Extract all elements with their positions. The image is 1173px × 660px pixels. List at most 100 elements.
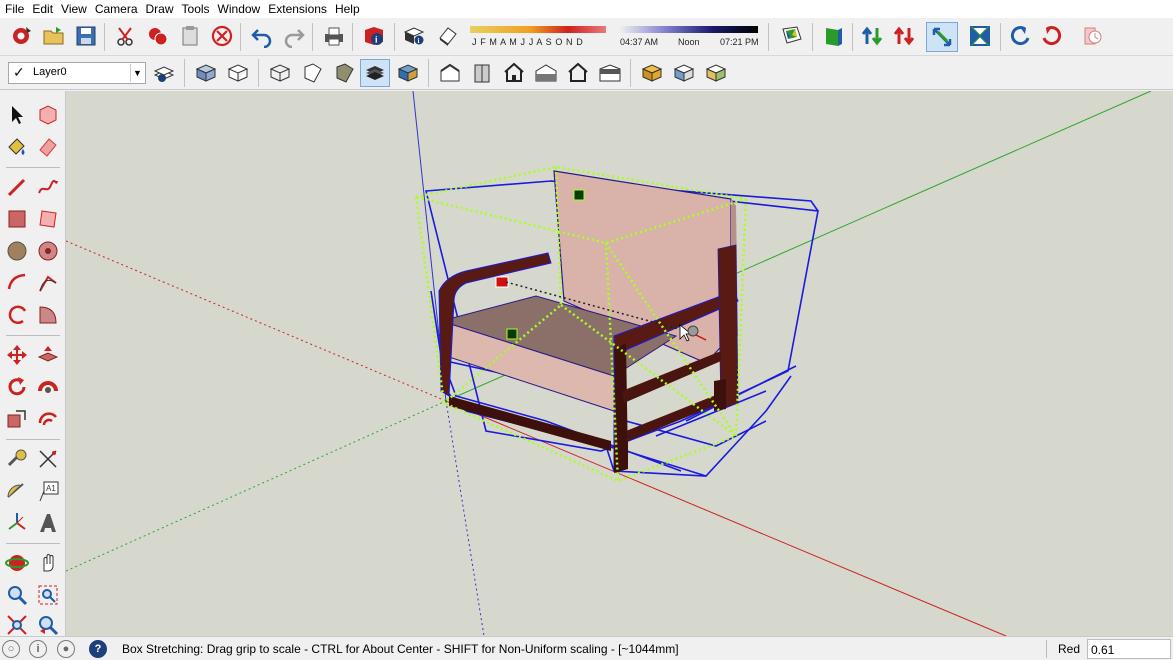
- rotate-icon[interactable]: [966, 22, 994, 50]
- paint-bucket-icon[interactable]: [3, 133, 31, 161]
- zoom-extents-icon[interactable]: [3, 611, 31, 639]
- menu-file[interactable]: File: [4, 0, 31, 18]
- orbit-icon[interactable]: [1006, 22, 1034, 50]
- shaded-icon[interactable]: [330, 59, 358, 87]
- top-view-icon[interactable]: [468, 59, 496, 87]
- layer-manager-icon[interactable]: [150, 59, 178, 87]
- modeling-viewport[interactable]: [66, 91, 1173, 636]
- get-started-icon[interactable]: [8, 22, 36, 50]
- tool-palette: A1: [0, 91, 66, 636]
- measurement-label: Red: [1058, 642, 1081, 656]
- monochrome-icon[interactable]: [394, 59, 422, 87]
- svg-text:i: i: [418, 37, 420, 45]
- undo-icon[interactable]: [248, 22, 276, 50]
- rotate-tool-icon[interactable]: [3, 373, 31, 401]
- cut-icon[interactable]: [112, 22, 140, 50]
- circle-tool-icon[interactable]: [3, 237, 31, 265]
- shadows-toggle-icon[interactable]: i: [400, 22, 428, 50]
- shadow-time-start: 04:37 AM: [620, 37, 659, 47]
- flip-along-icon[interactable]: [858, 22, 886, 50]
- 3d-text-icon[interactable]: [34, 509, 62, 537]
- geo-location-icon[interactable]: ○: [2, 640, 20, 658]
- tape-measure-icon[interactable]: [3, 445, 31, 473]
- status-bar: ○ i ● ? Box Stretching: Drag grip to sca…: [0, 636, 1173, 660]
- zoom-window-icon[interactable]: [34, 581, 62, 609]
- right-view-icon[interactable]: [532, 59, 560, 87]
- menu-window[interactable]: Window: [217, 0, 268, 18]
- copy-icon[interactable]: [144, 22, 172, 50]
- model-info-icon[interactable]: i: [360, 22, 388, 50]
- move-icon[interactable]: [3, 341, 31, 369]
- menu-extensions[interactable]: Extensions: [267, 0, 334, 18]
- text-tool-icon[interactable]: A1: [34, 477, 62, 505]
- save-icon[interactable]: [72, 22, 100, 50]
- wireframe-icon[interactable]: [266, 59, 294, 87]
- erase-icon[interactable]: [208, 22, 236, 50]
- menu-tools[interactable]: Tools: [181, 0, 217, 18]
- make-component-icon[interactable]: [34, 101, 62, 129]
- axes-tool-icon[interactable]: [3, 509, 31, 537]
- pie-tool-icon[interactable]: [34, 301, 62, 329]
- offset-tool-icon[interactable]: [34, 405, 62, 433]
- scale-icon[interactable]: [820, 22, 848, 50]
- follow-me-icon[interactable]: [34, 373, 62, 401]
- secondary-toolbar: ✓ Layer0 ▼: [0, 56, 1173, 90]
- back-edges-icon[interactable]: [224, 59, 252, 87]
- arc-tool-icon[interactable]: [3, 269, 31, 297]
- orbit-tool-icon[interactable]: [3, 549, 31, 577]
- measurement-box[interactable]: 0.61: [1087, 639, 1171, 659]
- front-view-icon[interactable]: [500, 59, 528, 87]
- push-pull-icon[interactable]: [34, 341, 62, 369]
- layer-dropdown[interactable]: ✓ Layer0 ▼: [8, 62, 146, 84]
- menu-help[interactable]: Help: [334, 0, 367, 18]
- menu-view[interactable]: View: [60, 0, 94, 18]
- redo-icon[interactable]: [280, 22, 308, 50]
- left-view-icon[interactable]: [596, 59, 624, 87]
- standard-toolbar: i i J F M A M J J A S O N D 04:37 AM Noo…: [0, 18, 1173, 56]
- open-icon[interactable]: [40, 22, 68, 50]
- scale-tool-icon[interactable]: [890, 22, 918, 50]
- back-view-icon[interactable]: [564, 59, 592, 87]
- rectangle-tool-icon[interactable]: [3, 205, 31, 233]
- scale-tool-palette-icon[interactable]: [3, 405, 31, 433]
- materials-icon[interactable]: [670, 59, 698, 87]
- move-tool-icon[interactable]: [926, 22, 958, 52]
- credits-icon[interactable]: i: [29, 640, 47, 658]
- iso-view-icon[interactable]: [436, 59, 464, 87]
- warehouse-icon[interactable]: [1078, 22, 1106, 50]
- measurement-value: 0.61: [1091, 643, 1115, 657]
- two-point-arc-icon[interactable]: [34, 269, 62, 297]
- menu-draw[interactable]: Draw: [145, 0, 181, 18]
- line-tool-icon[interactable]: [3, 173, 31, 201]
- freehand-icon[interactable]: [34, 173, 62, 201]
- status-message: Box Stretching: Drag grip to scale - CTR…: [122, 642, 679, 656]
- shadow-month-labels: J F M A M J J A S O N D: [472, 37, 584, 47]
- shadow-time-slider[interactable]: 04:37 AM Noon 07:21 PM: [620, 24, 759, 52]
- zoom-icon[interactable]: [3, 581, 31, 609]
- menu-edit[interactable]: Edit: [31, 0, 60, 18]
- protractor-icon[interactable]: [3, 477, 31, 505]
- print-icon[interactable]: [320, 22, 348, 50]
- select-tool-icon[interactable]: [3, 101, 31, 129]
- shadow-date-slider[interactable]: J F M A M J J A S O N D: [470, 24, 606, 52]
- three-point-arc-icon[interactable]: [3, 301, 31, 329]
- pan-back-icon[interactable]: [1038, 22, 1066, 50]
- dimension-icon[interactable]: [34, 445, 62, 473]
- hidden-line-icon[interactable]: [298, 59, 326, 87]
- user-icon[interactable]: ●: [57, 640, 75, 658]
- components-icon[interactable]: [638, 59, 666, 87]
- fog-toggle-icon[interactable]: [434, 22, 462, 50]
- shaded-textures-icon[interactable]: [360, 59, 390, 87]
- instructor-icon[interactable]: ?: [89, 640, 107, 658]
- menu-camera[interactable]: Camera: [94, 0, 145, 18]
- previous-view-icon[interactable]: [34, 611, 62, 639]
- eraser-icon[interactable]: [34, 133, 62, 161]
- pan-hand-icon[interactable]: [34, 549, 62, 577]
- rotated-rectangle-icon[interactable]: [34, 205, 62, 233]
- paste-icon[interactable]: [176, 22, 204, 50]
- xray-icon[interactable]: [192, 59, 220, 87]
- chevron-down-icon[interactable]: ▼: [130, 64, 144, 82]
- styles-icon[interactable]: [702, 59, 730, 87]
- polygon-tool-icon[interactable]: [34, 237, 62, 265]
- standard-view-icon[interactable]: [778, 22, 806, 50]
